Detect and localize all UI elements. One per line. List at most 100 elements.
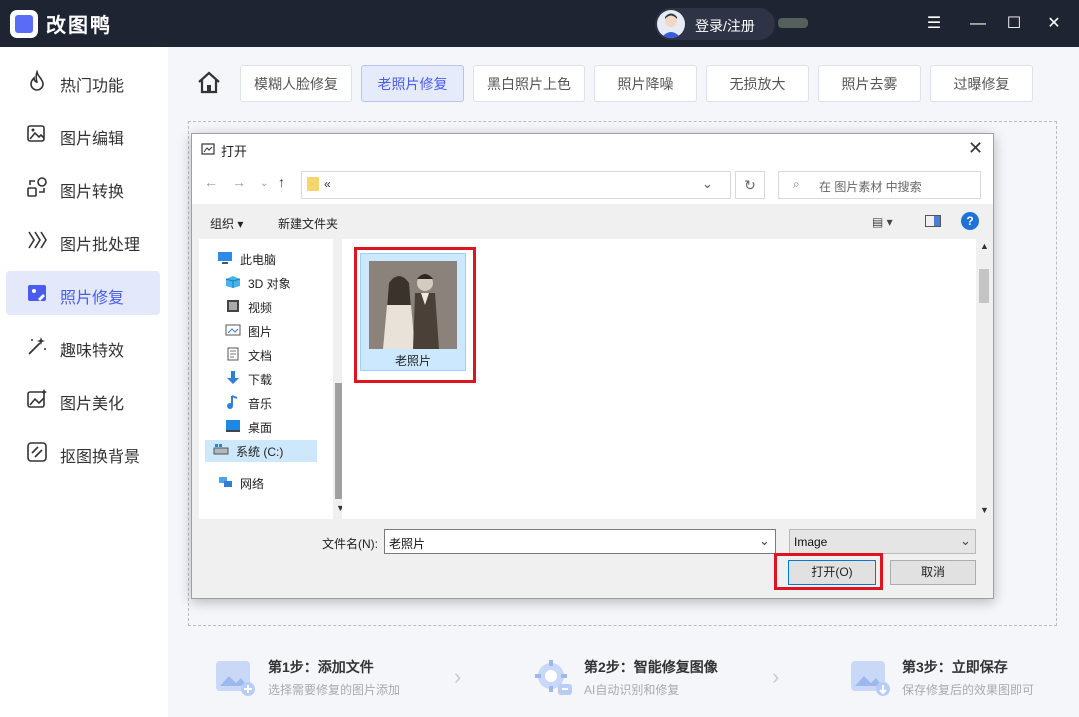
preview-pane-icon[interactable]	[925, 215, 941, 227]
chevron-down-icon[interactable]: ⌄	[702, 176, 713, 192]
filetype-select[interactable]: Image ⌄	[789, 529, 976, 554]
tree-label: 音乐	[248, 397, 273, 411]
tree-item-music[interactable]: 音乐	[225, 392, 333, 414]
search-placeholder: 在 图片素材 中搜索	[819, 180, 922, 194]
chevron-down-icon[interactable]: ⌄	[960, 533, 971, 549]
chevron-right-icon: ›	[772, 664, 780, 689]
tree-item-3d-objects[interactable]: 3D 对象	[225, 272, 333, 294]
app-logo-icon	[10, 10, 38, 38]
view-options-icon[interactable]: ▤ ▾	[872, 215, 893, 229]
close-icon[interactable]: ✕	[968, 138, 983, 159]
sidebar-item-label: 图片批处理	[60, 237, 141, 254]
sidebar-item-label: 热门功能	[60, 78, 125, 95]
up-arrow-icon[interactable]: ↑	[278, 174, 285, 190]
maximize-icon[interactable]: ☐	[1002, 12, 1026, 36]
photo-repair-icon	[28, 285, 46, 301]
highlight-box-file	[354, 247, 476, 383]
tree-label: 图片	[248, 325, 273, 339]
chevron-right-icon: ›	[454, 664, 462, 689]
step-1-desc: 选择需要修复的图片添加	[268, 683, 401, 697]
recent-chevron-icon[interactable]: ⌄	[260, 178, 268, 189]
tree-label: 此电脑	[240, 253, 277, 267]
convert-icon	[27, 177, 47, 197]
tab-upscale[interactable]: 无损放大	[706, 65, 809, 102]
step-1-title: 第1步：添加文件	[268, 659, 374, 675]
step-3-desc: 保存修复后的效果图即可	[902, 683, 1035, 697]
address-bar[interactable]: « ⌄	[301, 171, 731, 199]
batch-icon	[28, 231, 47, 249]
sidebar-item-photo-repair[interactable]: 照片修复	[6, 271, 160, 315]
fire-icon	[30, 70, 44, 91]
sidebar-item-cutout[interactable]: 抠图换背景	[6, 430, 160, 474]
documents-folder-icon	[227, 347, 239, 361]
sidebar-item-convert[interactable]: 图片转换	[6, 165, 160, 209]
add-file-step-icon	[216, 661, 255, 696]
video-folder-icon	[227, 300, 239, 312]
tab-dehaze[interactable]: 照片去雾	[818, 65, 921, 102]
new-folder-button[interactable]: 新建文件夹	[278, 215, 338, 232]
back-arrow-icon[interactable]: ←	[204, 174, 218, 190]
tab-colorize[interactable]: 黑白照片上色	[473, 65, 585, 102]
chevron-down-icon[interactable]: ⌄	[759, 533, 770, 549]
organize-button[interactable]: 组织 ▾	[210, 215, 243, 232]
avatar-icon	[657, 10, 685, 38]
network-icon	[219, 477, 232, 487]
tree-label: 网络	[240, 477, 265, 491]
app-title: 改图鸭	[46, 15, 112, 37]
tab-denoise[interactable]: 照片降噪	[594, 65, 697, 102]
menu-icon[interactable]: ☰	[922, 12, 946, 36]
tree-item-downloads[interactable]: 下载	[225, 368, 333, 390]
cancel-button[interactable]: 取消	[890, 560, 976, 585]
tree-item-documents[interactable]: 文档	[225, 344, 333, 366]
tree-label: 下载	[248, 373, 273, 387]
forward-arrow-icon[interactable]: →	[232, 174, 246, 190]
sidebar-item-image-edit[interactable]: 图片编辑	[6, 112, 160, 156]
tree-item-videos[interactable]: 视频	[225, 296, 333, 318]
login-label: 登录/注册	[695, 18, 755, 34]
scroll-up-icon[interactable]: ▲	[980, 241, 989, 251]
sidebar-item-label: 抠图换背景	[60, 449, 141, 466]
computer-icon	[218, 252, 232, 264]
tab-old-photo[interactable]: 老照片修复	[361, 65, 464, 102]
dialog-title-bar: 打开 ✕	[192, 134, 993, 164]
tree-item-network[interactable]: 网络	[217, 472, 335, 494]
refresh-icon[interactable]: ↻	[735, 171, 765, 199]
search-icon: ⌕	[793, 177, 800, 191]
sidebar-item-beautify[interactable]: 图片美化	[6, 377, 160, 421]
smart-repair-step-icon	[535, 660, 572, 695]
pictures-folder-icon	[225, 324, 241, 336]
tree-item-system-drive[interactable]: 系统 (C:)	[205, 440, 317, 462]
home-icon[interactable]	[196, 70, 222, 96]
file-list-scrollbar[interactable]: ▲ ▼	[976, 239, 992, 519]
sidebar-item-label: 照片修复	[60, 290, 125, 307]
scroll-down-icon[interactable]: ▼	[980, 505, 989, 515]
folder-icon	[307, 177, 319, 191]
tree-label: 视频	[248, 301, 273, 315]
dialog-nav-row: ← → ⌄ ↑ « ⌄ ↻ ⌕ 在 图片素材 中搜索	[192, 164, 993, 204]
tab-overexposure[interactable]: 过曝修复	[930, 65, 1033, 102]
sidebar: 热门功能 图片编辑 图片转换 图片批处理 照片修复 趣味特效 图片美化 抠图换背…	[0, 47, 168, 717]
help-icon[interactable]: ?	[961, 212, 979, 230]
tree-item-this-pc[interactable]: 此电脑	[217, 248, 335, 270]
tree-item-pictures[interactable]: 图片	[225, 320, 333, 342]
address-path: «	[324, 177, 331, 191]
minimize-icon[interactable]: —	[966, 12, 990, 36]
highlight-box-open	[774, 553, 883, 590]
tree-label: 系统 (C:)	[236, 445, 284, 459]
sidebar-item-label: 图片编辑	[60, 131, 125, 148]
dialog-title: 打开	[221, 144, 248, 159]
scrollbar-thumb[interactable]	[979, 269, 989, 303]
login-button[interactable]: 登录/注册	[655, 8, 775, 40]
sidebar-item-effects[interactable]: 趣味特效	[6, 324, 160, 368]
step-3-title: 第3步：立即保存	[902, 659, 1008, 675]
tree-item-desktop[interactable]: 桌面	[225, 416, 333, 438]
tab-blur-face[interactable]: 模糊人脸修复	[240, 65, 352, 102]
dialog-footer: 文件名(N): 老照片 ⌄ Image ⌄ 打开(O) 取消	[192, 519, 993, 598]
folder-tree: 此电脑 3D 对象 视频 图片 文档 下载 音乐 桌面 系统 (C:) 网络 ▼	[199, 239, 347, 519]
search-input[interactable]: ⌕ 在 图片素材 中搜索	[778, 171, 981, 199]
image-edit-icon	[27, 125, 45, 142]
sidebar-item-batch[interactable]: 图片批处理	[6, 218, 160, 262]
close-icon[interactable]: ✕	[1042, 12, 1066, 36]
sidebar-item-hot[interactable]: 热门功能	[6, 59, 160, 103]
filename-input[interactable]: 老照片 ⌄	[384, 529, 776, 554]
